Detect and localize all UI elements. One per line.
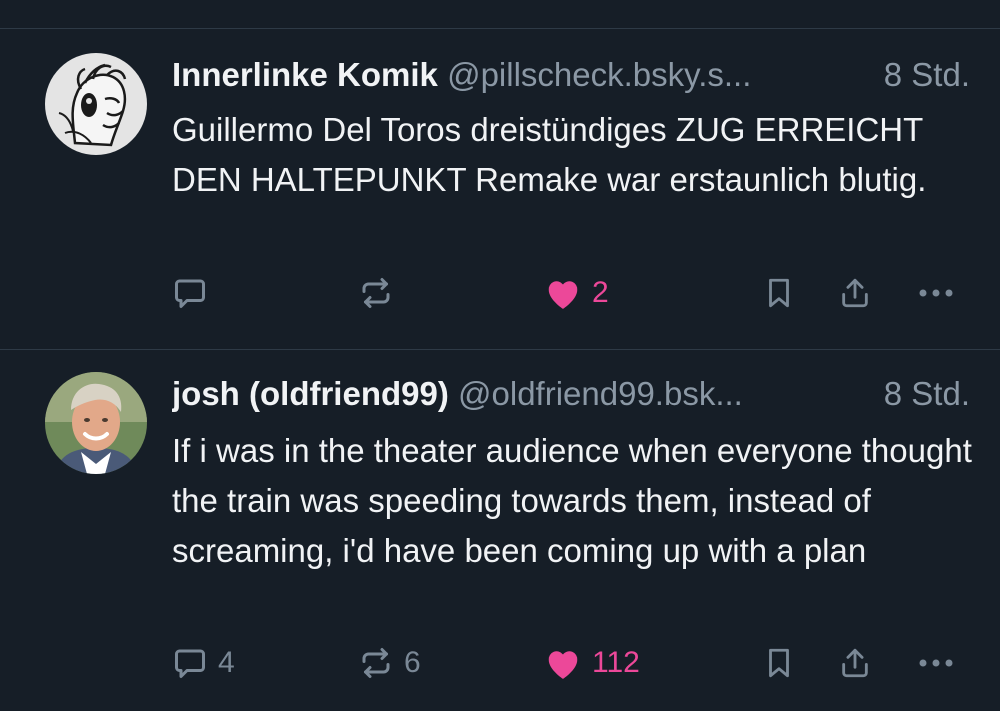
heart-icon xyxy=(544,645,582,681)
more-icon xyxy=(916,645,956,681)
like-button[interactable]: 112 xyxy=(544,641,640,685)
reply-button[interactable]: 4 xyxy=(172,641,235,685)
bookmark-icon xyxy=(762,275,796,311)
repost-icon xyxy=(358,275,394,311)
author-handle[interactable]: @oldfriend99.bsk... xyxy=(458,375,743,412)
like-count: 112 xyxy=(592,646,640,679)
more-button[interactable] xyxy=(916,271,956,315)
post-text: Guillermo Del Toros dreistündiges ZUG ER… xyxy=(172,111,927,198)
like-button[interactable]: 2 xyxy=(544,271,609,315)
share-icon xyxy=(838,275,872,311)
post-2[interactable]: josh (oldfriend99) @oldfriend99.bsk... 8… xyxy=(0,350,1000,711)
post-actions: 4 6 112 xyxy=(172,641,972,685)
share-button[interactable] xyxy=(838,271,872,315)
bookmark-button[interactable] xyxy=(762,641,796,685)
share-button[interactable] xyxy=(838,641,872,685)
repost-button[interactable]: 6 xyxy=(358,641,421,685)
avatar[interactable] xyxy=(45,372,147,474)
repost-count: 6 xyxy=(404,646,421,679)
reply-icon xyxy=(172,275,208,311)
heart-icon xyxy=(544,275,582,311)
repost-button[interactable] xyxy=(358,271,404,315)
post-text: If i was in the theater audience when ev… xyxy=(172,432,972,569)
more-button[interactable] xyxy=(916,641,956,685)
reply-button[interactable] xyxy=(172,271,218,315)
post-header: josh (oldfriend99) @oldfriend99.bsk... 8… xyxy=(172,372,970,416)
post-actions: 2 xyxy=(172,271,972,315)
author-name[interactable]: Innerlinke Komik xyxy=(172,56,438,93)
repost-icon xyxy=(358,645,394,681)
reply-count: 4 xyxy=(218,646,235,679)
bookmark-icon xyxy=(762,645,796,681)
author-handle[interactable]: @pillscheck.bsky.s... xyxy=(447,56,751,93)
more-icon xyxy=(916,275,956,311)
reply-icon xyxy=(172,645,208,681)
bookmark-button[interactable] xyxy=(762,271,796,315)
like-count: 2 xyxy=(592,276,609,309)
author-name[interactable]: josh (oldfriend99) xyxy=(172,375,449,412)
avatar[interactable] xyxy=(45,53,147,155)
post-time[interactable]: 8 Std. xyxy=(871,53,970,97)
share-icon xyxy=(838,645,872,681)
post-time[interactable]: 8 Std. xyxy=(871,372,970,416)
post-1[interactable]: Innerlinke Komik @pillscheck.bsky.s... 8… xyxy=(0,29,1000,349)
post-header: Innerlinke Komik @pillscheck.bsky.s... 8… xyxy=(172,53,970,97)
